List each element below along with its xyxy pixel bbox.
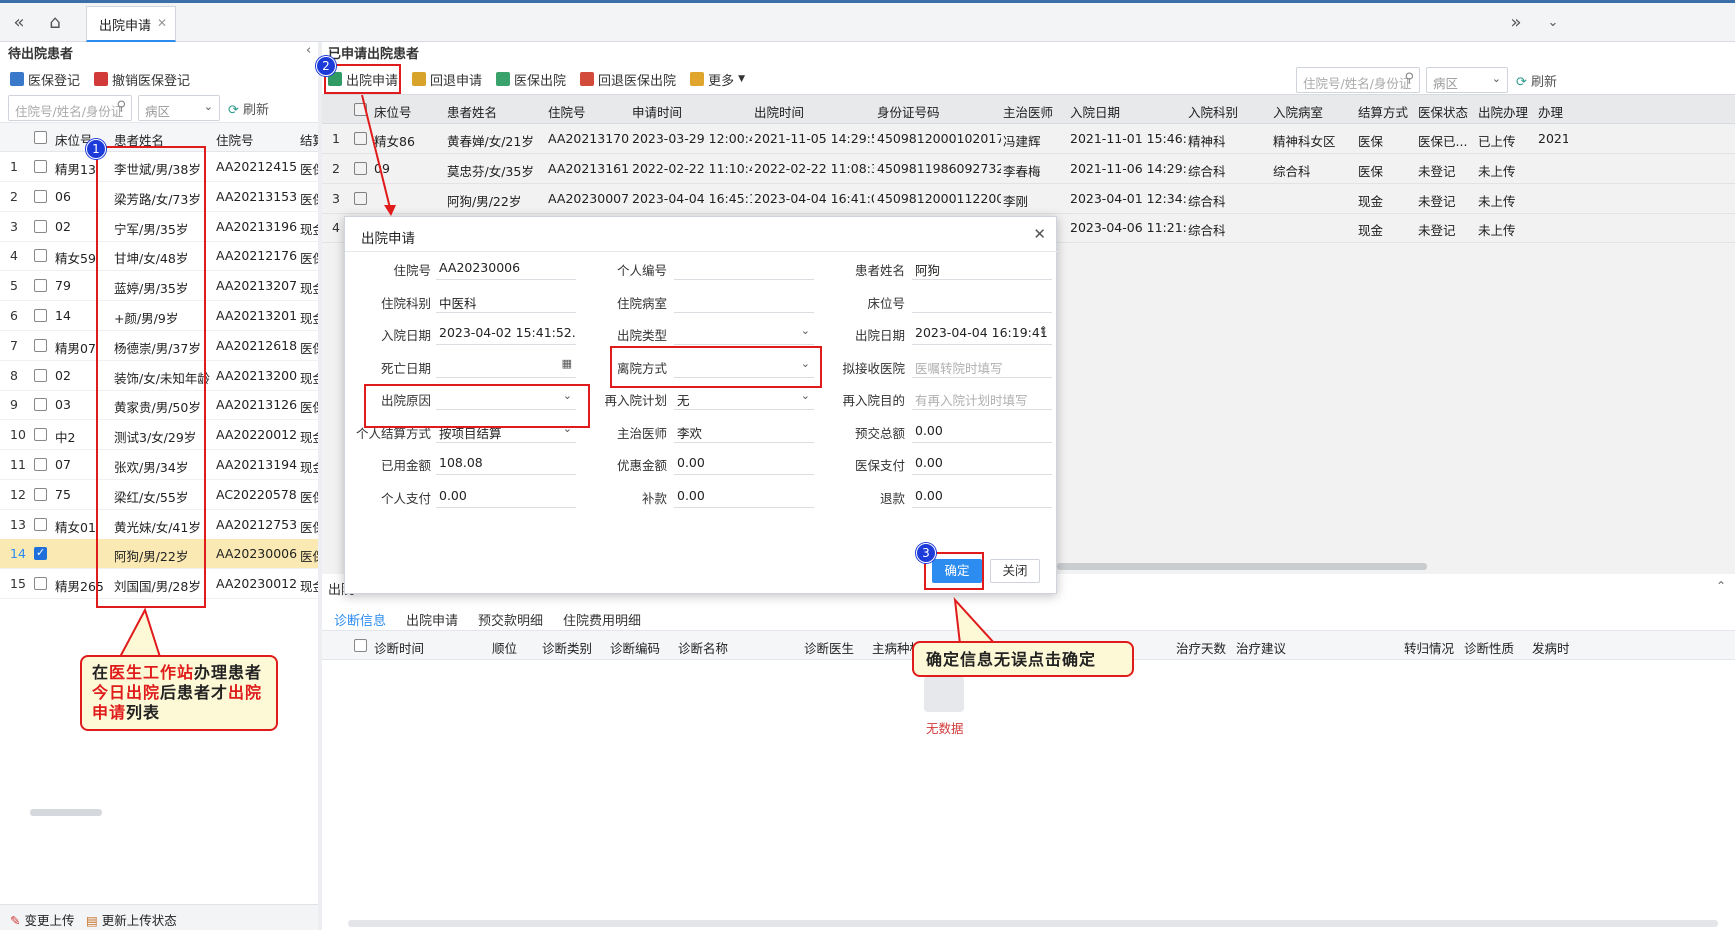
annotation-arrows [118,94,998,658]
callout-pointer [118,607,162,658]
arrow-line [361,94,391,209]
arrow-head [384,205,396,216]
callout-confirm-note: 确定信息无误点击确定 [912,641,1134,677]
callout-workflow-note: 在医生工作站办理患者今日出院后患者才出院申请列表 [80,655,278,731]
callout-pointer [953,597,998,645]
